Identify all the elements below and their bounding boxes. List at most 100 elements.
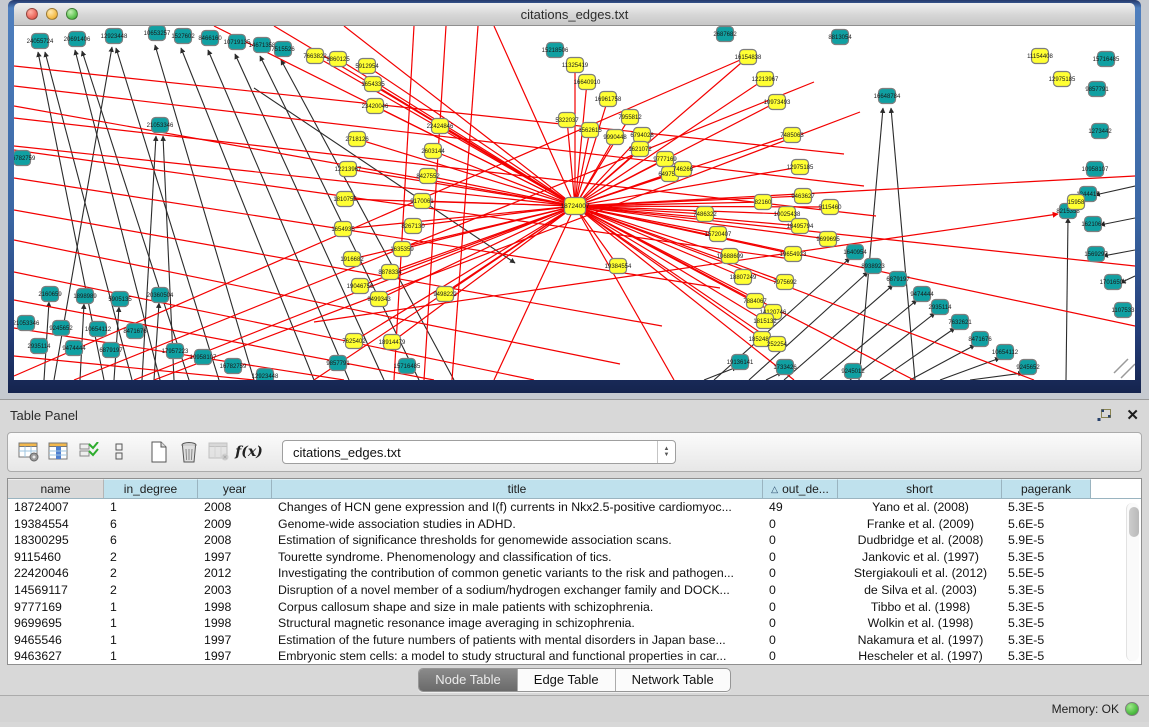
table-row[interactable]: 911546021997Tourette syndrome. Phenomeno… <box>8 549 1141 566</box>
cell-name[interactable]: 18724007 <box>8 499 104 516</box>
zoom-window-button[interactable] <box>66 8 78 20</box>
cell-pagerank[interactable]: 5.3E-5 <box>1002 499 1091 516</box>
column-header-out-de-[interactable]: △out_de... <box>763 479 838 498</box>
cell-in-degree[interactable]: 1 <box>104 599 198 616</box>
graph-node-yellow[interactable]: 1621072 <box>628 142 652 157</box>
cell-name[interactable]: 9465546 <box>8 632 104 649</box>
tab-network-table[interactable]: Network Table <box>616 669 730 691</box>
cell-short[interactable]: Wolkin et al. (1998) <box>838 615 1002 632</box>
scrollbar-thumb[interactable] <box>1129 507 1139 537</box>
cell-name[interactable]: 19384554 <box>8 516 104 533</box>
cell-in-degree[interactable]: 2 <box>104 565 198 582</box>
cell-in-degree[interactable]: 1 <box>104 615 198 632</box>
graph-node-teal[interactable]: 15716485 <box>1093 52 1120 67</box>
graph-node-teal[interactable]: 1621064 <box>1081 217 1105 232</box>
graph-node-teal[interactable]: 9245652 <box>1016 360 1040 375</box>
graph-node-yellow[interactable]: 5912954 <box>355 59 379 74</box>
graph-node-teal[interactable]: 10654112 <box>85 322 112 337</box>
cell-name[interactable]: 18300295 <box>8 532 104 549</box>
cell-out-de-[interactable]: 0 <box>763 582 838 599</box>
graph-node-teal[interactable]: 8471676 <box>123 324 147 339</box>
row-check-button[interactable] <box>76 439 102 465</box>
close-panel-icon[interactable]: ✕ <box>1126 406 1139 424</box>
column-header-year[interactable]: year <box>198 479 272 498</box>
graph-node-yellow[interactable]: 9860125 <box>326 52 350 67</box>
graph-node-yellow[interactable]: 16640910 <box>574 75 601 90</box>
graph-node-teal[interactable]: 10654112 <box>992 345 1019 360</box>
cell-year[interactable]: 2008 <box>198 499 272 516</box>
graph-node-yellow[interactable]: 9990448 <box>603 130 627 145</box>
select-columns-button[interactable] <box>46 439 72 465</box>
graph-node-yellow[interactable]: 746266 <box>673 162 694 177</box>
graph-node-yellow[interactable]: 1654935 <box>331 222 355 237</box>
table-row[interactable]: 977716911998Corpus callosum shape and si… <box>8 599 1141 616</box>
graph-node-teal[interactable]: 16648784 <box>874 89 901 104</box>
table-row[interactable]: 1938455462009Genome-wide association stu… <box>8 516 1141 533</box>
citation-edge-black[interactable] <box>1103 250 1135 256</box>
graph-node-teal[interactable]: 1640954 <box>843 245 867 260</box>
graph-node-yellow[interactable]: 18724007 <box>561 198 590 215</box>
graph-node-yellow[interactable]: 1562615 <box>578 123 602 138</box>
graph-node-teal[interactable]: 17016504 <box>1100 275 1127 290</box>
graph-node-teal[interactable]: 1569297 <box>1084 247 1108 262</box>
graph-node-teal[interactable]: 9857791 <box>326 356 350 371</box>
cell-pagerank[interactable]: 5.6E-5 <box>1002 516 1091 533</box>
table-row[interactable]: 1872400712008Changes of HCN gene express… <box>8 499 1141 516</box>
column-header-title[interactable]: title <box>272 479 763 498</box>
graph-node-yellow[interactable]: 9115460 <box>819 200 843 215</box>
graph-node-yellow[interactable]: 7485063 <box>780 128 804 143</box>
cell-in-degree[interactable]: 6 <box>104 532 198 549</box>
citation-edge-red[interactable] <box>344 26 575 206</box>
graph-node-teal[interactable]: 12923448 <box>252 369 279 381</box>
graph-node-yellow[interactable]: 12975185 <box>787 160 814 175</box>
citation-edge-black[interactable] <box>910 345 975 380</box>
cell-title[interactable]: Estimation of significance thresholds fo… <box>272 532 763 549</box>
graph-node-yellow[interactable]: 15958 <box>1068 195 1086 210</box>
dropdown-stepper-icon[interactable]: ▲▼ <box>657 441 675 463</box>
function-builder-button[interactable]: f(x) <box>236 439 262 465</box>
citation-edge-black[interactable] <box>1100 218 1135 225</box>
cell-out-de-[interactable]: 0 <box>763 516 838 533</box>
cell-short[interactable]: Yano et al. (2008) <box>838 499 1002 516</box>
graph-node-yellow[interactable]: 7663822 <box>303 49 327 64</box>
citation-edge-black[interactable] <box>1095 186 1135 195</box>
tab-node-table[interactable]: Node Table <box>419 669 518 691</box>
cell-out-de-[interactable]: 0 <box>763 648 838 665</box>
cell-year[interactable]: 1997 <box>198 648 272 665</box>
cell-out-de-[interactable]: 0 <box>763 615 838 632</box>
memory-status-indicator[interactable] <box>1125 702 1139 716</box>
graph-node-yellow[interactable]: 9498222 <box>433 287 457 302</box>
table-row[interactable]: 2242004622012Investigating the contribut… <box>8 565 1141 582</box>
cell-name[interactable]: 22420046 <box>8 565 104 582</box>
graph-node-teal[interactable]: 1733426 <box>773 360 797 375</box>
cell-title[interactable]: Changes of HCN gene expression and I(f) … <box>272 499 763 516</box>
cell-year[interactable]: 1998 <box>198 615 272 632</box>
table-mode-button[interactable] <box>16 439 42 465</box>
graph-node-teal[interactable]: 2687682 <box>713 27 737 42</box>
cell-name[interactable]: 9699695 <box>8 615 104 632</box>
cell-pagerank[interactable]: 5.5E-5 <box>1002 565 1091 582</box>
table-vertical-scrollbar[interactable] <box>1126 503 1139 661</box>
graph-node-yellow[interactable]: 7975692 <box>773 275 797 290</box>
cell-year[interactable]: 2012 <box>198 565 272 582</box>
new-table-button[interactable] <box>146 439 172 465</box>
cell-in-degree[interactable]: 1 <box>104 648 198 665</box>
cell-year[interactable]: 2009 <box>198 516 272 533</box>
network-window-titlebar[interactable]: citations_edges.txt <box>14 3 1135 26</box>
cell-short[interactable]: Stergiakouli et al. (2012) <box>838 565 1002 582</box>
cell-pagerank[interactable]: 5.3E-5 <box>1002 648 1091 665</box>
cell-pagerank[interactable]: 5.3E-5 <box>1002 599 1091 616</box>
citation-edge-black[interactable] <box>891 108 915 380</box>
graph-node-teal[interactable]: 8813054 <box>828 30 852 45</box>
graph-node-yellow[interactable]: 11154408 <box>1027 49 1053 64</box>
cell-short[interactable]: de Silva et al. (2003) <box>838 582 1002 599</box>
citation-edge-black[interactable] <box>142 136 156 380</box>
cell-year[interactable]: 2003 <box>198 582 272 599</box>
cell-title[interactable]: Disruption of a novel member of a sodium… <box>272 582 763 599</box>
cell-pagerank[interactable]: 5.3E-5 <box>1002 632 1091 649</box>
graph-node-teal[interactable]: 2160659 <box>38 287 62 302</box>
graph-node-yellow[interactable]: 12213967 <box>752 72 779 87</box>
cell-short[interactable]: Nakamura et al. (1997) <box>838 632 1002 649</box>
graph-node-teal[interactable]: 6879197 <box>886 272 910 287</box>
graph-node-teal[interactable]: 7632621 <box>948 315 972 330</box>
